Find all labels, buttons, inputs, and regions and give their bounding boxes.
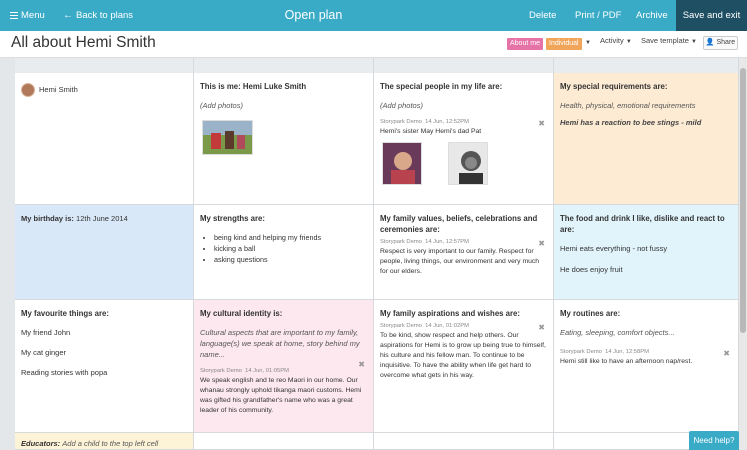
sister-photo[interactable] [382, 142, 422, 185]
chevron-down-icon: ▼ [691, 39, 697, 45]
plan-header: All about Hemi Smith About me Individual… [0, 31, 747, 58]
cell-hint: Health, physical, emotional requirements [560, 101, 696, 110]
strengths-cell[interactable]: My strengths are: being kind and helping… [194, 205, 374, 300]
activity-label: Activity [600, 36, 624, 45]
family-values-cell[interactable]: My family values, beliefs, celebrations … [374, 205, 554, 300]
column-header[interactable] [554, 58, 739, 73]
cell-hint: Eating, sleeping, comfort objects... [560, 328, 675, 337]
list-item: kicking a ball [214, 243, 367, 254]
educators-hint: Add a child to the top left cell [62, 439, 159, 448]
food-cell[interactable]: The food and drink I like, dislike and r… [554, 205, 739, 300]
save-and-exit-button[interactable]: Save and exit [676, 0, 747, 31]
comment-meta: Storypark Demo 14 Jun, 12:52PM ✖ [380, 119, 545, 128]
child-photo[interactable] [202, 120, 253, 155]
avatar [21, 83, 35, 97]
top-bar: Menu ← Back to plans Open plan Delete Pri… [0, 0, 747, 31]
comment-text: To be kind, show respect and help others… [380, 332, 546, 379]
comment-meta: Storypark Demo 14 Jun, 01:02PM ✖ [380, 323, 545, 332]
close-icon[interactable]: ✖ [723, 349, 730, 358]
delete-button[interactable]: Delete [529, 0, 556, 31]
cell-heading: My family aspirations and wishes are: [380, 309, 520, 318]
need-help-button[interactable]: Need help? [689, 431, 739, 450]
comment-meta: Storypark Demo 14 Jun, 12:57PM ✖ [380, 239, 545, 248]
cell-hint: Cultural aspects that are important to m… [200, 328, 360, 359]
cultural-identity-cell[interactable]: My cultural identity is: Cultural aspect… [194, 300, 374, 433]
plan-title: All about Hemi Smith [11, 34, 156, 51]
cell-heading: My strengths are: [200, 214, 265, 223]
close-icon[interactable]: ✖ [538, 323, 545, 332]
close-icon[interactable]: ✖ [538, 119, 545, 128]
cell-heading: My routines are: [560, 309, 621, 318]
scrollbar-thumb[interactable] [740, 68, 746, 333]
birthday-label: My birthday is: [21, 214, 74, 223]
column-header[interactable] [374, 58, 554, 73]
educators-cell[interactable]: Educators: Add a child to the top left c… [15, 433, 194, 450]
comment-text: Hemi's sister May Hemi's dad Pat [380, 128, 482, 135]
this-is-me-cell[interactable]: This is me: Hemi Luke Smith (Add photos) [194, 73, 374, 205]
activity-dropdown[interactable]: Activity ▼ [600, 36, 632, 45]
save-template-label: Save template [641, 36, 689, 45]
chevron-down-icon[interactable]: ▼ [585, 40, 591, 46]
comment-text: Hemi still like to have an afternoon nap… [560, 358, 693, 365]
list-item: My friend John [21, 328, 71, 337]
empty-cell[interactable] [194, 433, 374, 450]
print-pdf-button[interactable]: Print / PDF [575, 0, 621, 31]
comment-text: We speak english and te reo Maori in our… [200, 377, 362, 414]
dad-photo[interactable] [448, 142, 488, 185]
share-button[interactable]: 👤 Share [703, 36, 738, 50]
list-item: Reading stories with popa [21, 368, 108, 377]
cell-heading: My special requirements are: [560, 82, 668, 91]
comment-meta: Storypark Demo 14 Jun, 01:05PM ✖ [200, 360, 365, 374]
close-icon[interactable]: ✖ [538, 239, 545, 248]
cell-text: Hemi has a reaction to bee stings - mild [560, 118, 702, 127]
add-photos-hint[interactable]: (Add photos) [380, 100, 547, 111]
cell-text: Hemi eats everything - not fussy [560, 244, 668, 253]
column-header[interactable] [15, 58, 194, 73]
close-icon[interactable]: ✖ [358, 360, 365, 369]
comment-meta: Storypark Demo 14 Jun, 12:58PM ✖ [560, 349, 730, 358]
educators-label: Educators: [21, 439, 61, 448]
favourite-things-cell[interactable]: My favourite things are: My friend John … [15, 300, 194, 433]
chevron-down-icon: ▼ [625, 39, 632, 45]
child-cell[interactable]: Hemi Smith [15, 73, 194, 205]
birthday-cell[interactable]: My birthday is: 12th June 2014 [15, 205, 194, 300]
special-people-cell[interactable]: The special people in my life are: (Add … [374, 73, 554, 205]
column-header[interactable] [194, 58, 374, 73]
birthday-value: 12th June 2014 [76, 214, 128, 223]
user-icon: 👤 [705, 39, 715, 46]
child-name: Hemi Smith [39, 84, 78, 94]
empty-cell[interactable] [374, 433, 554, 450]
cell-heading: The food and drink I like, dislike and r… [560, 214, 725, 234]
cell-heading: This is me: Hemi Luke Smith [200, 82, 307, 91]
archive-button[interactable]: Archive [636, 0, 668, 31]
save-template-dropdown[interactable]: Save template ▼ [641, 36, 697, 45]
row-header-strip [0, 58, 15, 450]
cell-heading: The special people in my life are: [380, 82, 503, 91]
cell-heading: My cultural identity is: [200, 309, 283, 318]
comment-text: Respect is very important to our family.… [380, 248, 540, 275]
add-photos-hint[interactable]: (Add photos) [200, 100, 367, 111]
cell-text: He does enjoy fruit [560, 265, 623, 274]
family-aspirations-cell[interactable]: My family aspirations and wishes are: St… [374, 300, 554, 433]
cell-heading: My family values, beliefs, celebrations … [380, 214, 538, 234]
list-item: asking questions [214, 254, 367, 265]
share-label: Share [716, 39, 736, 46]
list-item: being kind and helping my friends [214, 232, 367, 243]
cell-heading: My favourite things are: [21, 309, 109, 318]
tag-about-me[interactable]: About me [507, 38, 543, 50]
tag-individual[interactable]: Individual [546, 38, 582, 50]
routines-cell[interactable]: My routines are: Eating, sleeping, comfo… [554, 300, 739, 433]
strengths-list: being kind and helping my friends kickin… [214, 232, 367, 265]
list-item: My cat ginger [21, 348, 67, 357]
special-requirements-cell[interactable]: My special requirements are: Health, phy… [554, 73, 739, 205]
vertical-scrollbar[interactable] [739, 58, 747, 450]
